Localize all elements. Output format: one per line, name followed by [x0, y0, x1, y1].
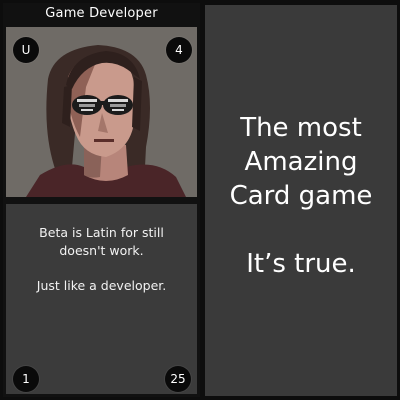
card-text-panel: Beta is Latin for still doesn't work. Ju… [6, 204, 197, 394]
cost-badge: 4 [166, 37, 192, 63]
card-description: Beta is Latin for still doesn't work. Ju… [16, 224, 187, 295]
promo-line-3: Card game [229, 181, 373, 211]
promo-panel: The most Amazing Card game It’s true. [205, 5, 397, 396]
promo-line-2: Amazing [244, 147, 358, 177]
game-card[interactable]: Game Developer U 4 Beta is Latin for sti… [3, 3, 200, 397]
game-screen: Game Developer U 4 Beta is Latin for sti… [0, 0, 400, 400]
promo-line-4: It’s true. [246, 249, 356, 279]
promo-line-1: The most [240, 113, 362, 143]
health-badge: 25 [165, 366, 191, 392]
description-line-2: Just like a developer. [36, 278, 167, 293]
rarity-badge: U [13, 37, 39, 63]
description-line-1: Beta is Latin for still doesn't work. [39, 225, 164, 258]
attack-badge: 1 [13, 366, 39, 392]
promo-text: The most Amazing Card game It’s true. [205, 111, 397, 281]
card-title: Game Developer [45, 6, 158, 21]
